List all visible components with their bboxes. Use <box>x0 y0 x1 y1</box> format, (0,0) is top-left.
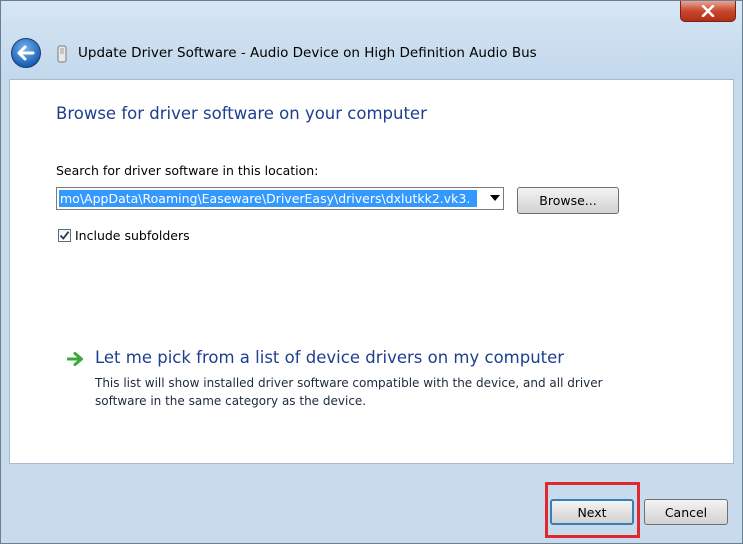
pick-from-list-description: This list will show installed driver sof… <box>95 376 603 408</box>
include-subfolders-checkbox[interactable] <box>58 229 71 242</box>
include-subfolders-row[interactable]: Include subfolders <box>58 228 190 243</box>
green-arrow-icon <box>67 352 83 366</box>
pick-from-list-link[interactable]: Let me pick from a list of device driver… <box>95 348 564 367</box>
next-button-highlight <box>545 482 640 538</box>
search-location-label: Search for driver software in this locat… <box>56 163 319 178</box>
browse-button[interactable]: Browse... <box>517 187 619 214</box>
checkmark-icon <box>59 231 70 240</box>
path-input[interactable]: .mo\AppData\Roaming\Easeware\DriverEasy\… <box>59 190 477 207</box>
close-button[interactable] <box>680 1 736 22</box>
path-combobox[interactable]: .mo\AppData\Roaming\Easeware\DriverEasy\… <box>56 187 504 210</box>
title-bar <box>1 1 742 79</box>
back-arrow-icon <box>17 45 35 61</box>
cancel-button[interactable]: Cancel <box>644 499 728 525</box>
back-button[interactable] <box>11 38 41 68</box>
window-title: Update Driver Software - Audio Device on… <box>78 45 537 61</box>
dropdown-arrow-icon[interactable] <box>490 195 500 201</box>
include-subfolders-label: Include subfolders <box>75 228 190 243</box>
dialog-window: Update Driver Software - Audio Device on… <box>0 0 743 544</box>
close-icon <box>701 5 715 17</box>
device-icon <box>57 45 67 63</box>
page-heading: Browse for driver software on your compu… <box>56 104 427 123</box>
content-panel: Browse for driver software on your compu… <box>9 79 734 464</box>
